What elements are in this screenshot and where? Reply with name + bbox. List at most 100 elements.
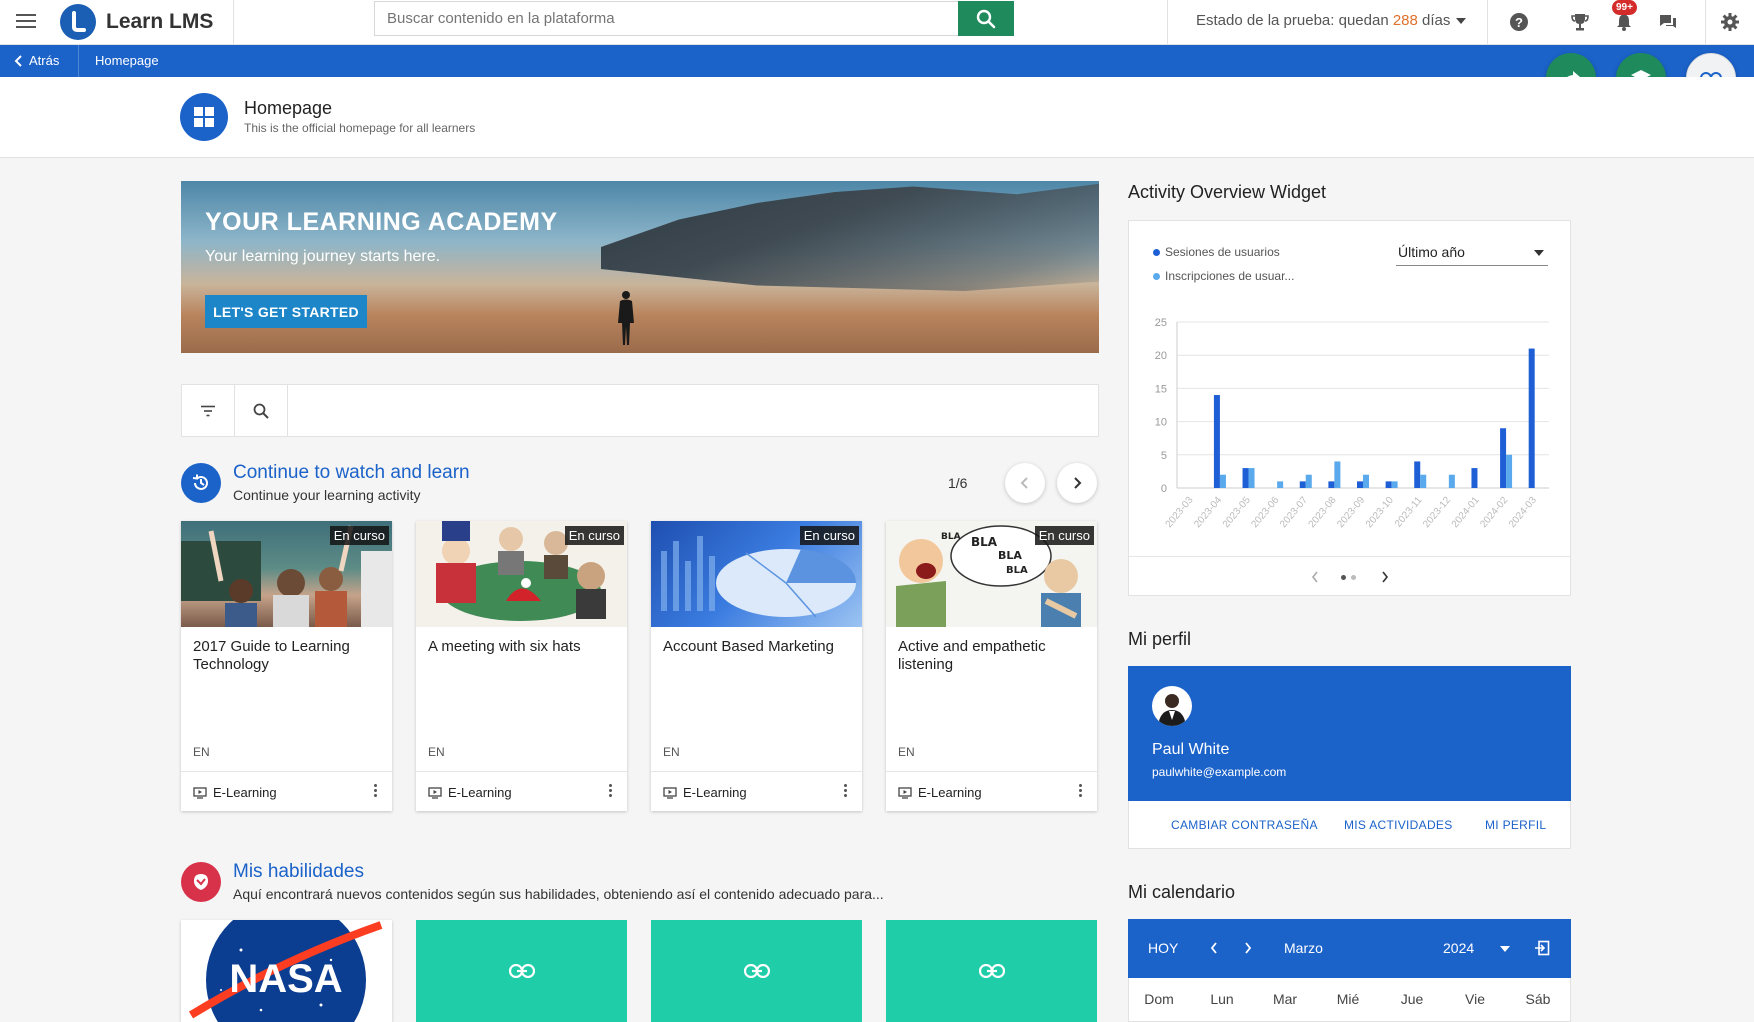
chat-icon[interactable] bbox=[1656, 10, 1680, 34]
chevron-right-icon[interactable] bbox=[1244, 942, 1252, 954]
search-button[interactable] bbox=[958, 1, 1014, 36]
x-tick-label: 2023-08 bbox=[1307, 495, 1339, 531]
widget-pagination bbox=[1129, 556, 1570, 596]
my-profile-link[interactable]: MI PERFIL bbox=[1485, 818, 1546, 832]
chevron-right-icon[interactable] bbox=[1381, 571, 1389, 583]
svg-text:?: ? bbox=[1515, 15, 1523, 30]
svg-text:BLA: BLA bbox=[971, 535, 998, 549]
svg-text:BLA: BLA bbox=[998, 549, 1022, 562]
search-icon bbox=[253, 403, 269, 419]
bar-enrollments bbox=[1448, 474, 1455, 488]
calendar-year[interactable]: 2024 bbox=[1443, 940, 1474, 956]
chevron-left-icon[interactable] bbox=[1210, 942, 1218, 954]
calendar-month[interactable]: Marzo bbox=[1284, 940, 1323, 956]
course-type-label: E-Learning bbox=[918, 785, 982, 800]
course-type-label: E-Learning bbox=[213, 785, 277, 800]
elearning-icon bbox=[663, 786, 677, 799]
x-tick-label: 2023-10 bbox=[1364, 495, 1396, 531]
divider bbox=[233, 0, 234, 45]
bar-sessions bbox=[1242, 468, 1249, 488]
profile-card: Paul White paulwhite@example.com bbox=[1128, 666, 1571, 801]
carousel-pager: 1/6 bbox=[948, 475, 968, 491]
x-tick-label: 2024-03 bbox=[1507, 495, 1539, 531]
status-badge: En curso bbox=[329, 526, 389, 545]
course-card[interactable]: En curso A meeting with six hats EN E-Le… bbox=[416, 521, 627, 811]
course-thumbnail-listening: BLA BLA BLA BLA En curso bbox=[886, 521, 1097, 627]
card-footer: E-Learning bbox=[181, 771, 392, 811]
bar-sessions bbox=[1471, 468, 1478, 488]
skill-card[interactable] bbox=[416, 920, 627, 1022]
bar-enrollments bbox=[1248, 468, 1255, 488]
search-input[interactable] bbox=[374, 1, 958, 36]
filter-icon bbox=[201, 405, 215, 416]
divider bbox=[1705, 0, 1706, 45]
get-started-button[interactable]: LET'S GET STARTED bbox=[205, 295, 367, 328]
skills-section-title[interactable]: Mis habilidades bbox=[233, 861, 364, 883]
page-subtitle: This is the official homepage for all le… bbox=[244, 121, 476, 135]
course-thumbnail-meeting: En curso bbox=[416, 521, 627, 627]
bar-sessions bbox=[1357, 481, 1363, 488]
today-button[interactable]: HOY bbox=[1148, 940, 1178, 956]
menu-icon[interactable] bbox=[14, 10, 38, 34]
open-calendar-icon[interactable] bbox=[1534, 940, 1550, 956]
trophy-icon[interactable] bbox=[1568, 10, 1592, 34]
x-tick-label: 2023-06 bbox=[1249, 495, 1281, 531]
hero-image-person bbox=[618, 291, 634, 345]
course-card[interactable]: BLA BLA BLA BLA En curso Active and empathe… bbox=[886, 521, 1097, 811]
more-options-icon[interactable] bbox=[1077, 784, 1083, 800]
page-dot-active[interactable] bbox=[1341, 575, 1346, 580]
chevron-left-icon bbox=[14, 54, 22, 67]
continue-section-title[interactable]: Continue to watch and learn bbox=[233, 462, 470, 484]
course-card[interactable]: En curso 2017 Guide to Learning Technolo… bbox=[181, 521, 392, 811]
logo[interactable]: Learn LMS bbox=[60, 1, 213, 43]
page-dot[interactable] bbox=[1351, 575, 1356, 580]
trial-days: 288 bbox=[1392, 12, 1418, 29]
bar-enrollments bbox=[1391, 481, 1398, 488]
more-options-icon[interactable] bbox=[372, 784, 378, 800]
weekday: Dom bbox=[1144, 991, 1174, 1007]
course-thumbnail-marketing: En curso bbox=[651, 521, 862, 627]
filter-button[interactable] bbox=[182, 385, 235, 436]
course-title: Account Based Marketing bbox=[663, 638, 834, 655]
svg-text:BLA: BLA bbox=[941, 532, 961, 542]
catalog-filter-bar bbox=[181, 384, 1099, 437]
y-tick-label: 5 bbox=[1161, 450, 1167, 462]
more-options-icon[interactable] bbox=[607, 784, 613, 800]
course-title: 2017 Guide to Learning Technology bbox=[193, 638, 350, 673]
carousel-next-button[interactable] bbox=[1057, 463, 1097, 503]
hero-image-mountains bbox=[601, 181, 1099, 291]
x-tick-label: 2023-12 bbox=[1421, 495, 1453, 531]
help-icon[interactable]: ? bbox=[1507, 10, 1531, 34]
avatar[interactable] bbox=[1152, 686, 1192, 726]
course-card[interactable]: En curso Account Based Marketing EN E-Le… bbox=[651, 521, 862, 811]
my-activities-link[interactable]: MIS ACTIVIDADES bbox=[1344, 818, 1453, 832]
skill-card[interactable] bbox=[651, 920, 862, 1022]
bar-sessions bbox=[1213, 395, 1220, 488]
skill-card[interactable] bbox=[886, 920, 1097, 1022]
y-tick-label: 0 bbox=[1161, 483, 1167, 495]
more-options-icon[interactable] bbox=[842, 784, 848, 800]
course-language: EN bbox=[428, 745, 445, 759]
link-icon bbox=[978, 964, 1005, 978]
dashboard-icon bbox=[180, 93, 228, 141]
course-type-label: E-Learning bbox=[683, 785, 747, 800]
bar-sessions bbox=[1528, 348, 1535, 488]
carousel-prev-button[interactable] bbox=[1005, 463, 1045, 503]
skill-card-nasa[interactable]: NASA bbox=[181, 920, 392, 1022]
profile-name: Paul White bbox=[1152, 741, 1230, 758]
change-password-link[interactable]: CAMBIAR CONTRASEÑA bbox=[1171, 818, 1318, 832]
bar-enrollments bbox=[1506, 454, 1513, 488]
bar-enrollments bbox=[1334, 461, 1341, 488]
breadcrumb-current[interactable]: Homepage bbox=[95, 53, 159, 68]
x-tick-label: 2023-04 bbox=[1192, 495, 1224, 531]
status-badge: En curso bbox=[1034, 526, 1094, 545]
gear-icon[interactable] bbox=[1718, 10, 1742, 34]
trial-status-dropdown[interactable]: Estado de la prueba: quedan 288 días bbox=[1196, 12, 1467, 29]
catalog-search-button[interactable] bbox=[235, 385, 288, 436]
card-footer: E-Learning bbox=[886, 771, 1097, 811]
back-button[interactable]: Atrás bbox=[14, 53, 59, 68]
elearning-icon bbox=[193, 786, 207, 799]
bar-enrollments bbox=[1219, 474, 1226, 488]
chevron-down-icon[interactable] bbox=[1500, 946, 1510, 952]
chevron-left-icon[interactable] bbox=[1311, 571, 1319, 583]
